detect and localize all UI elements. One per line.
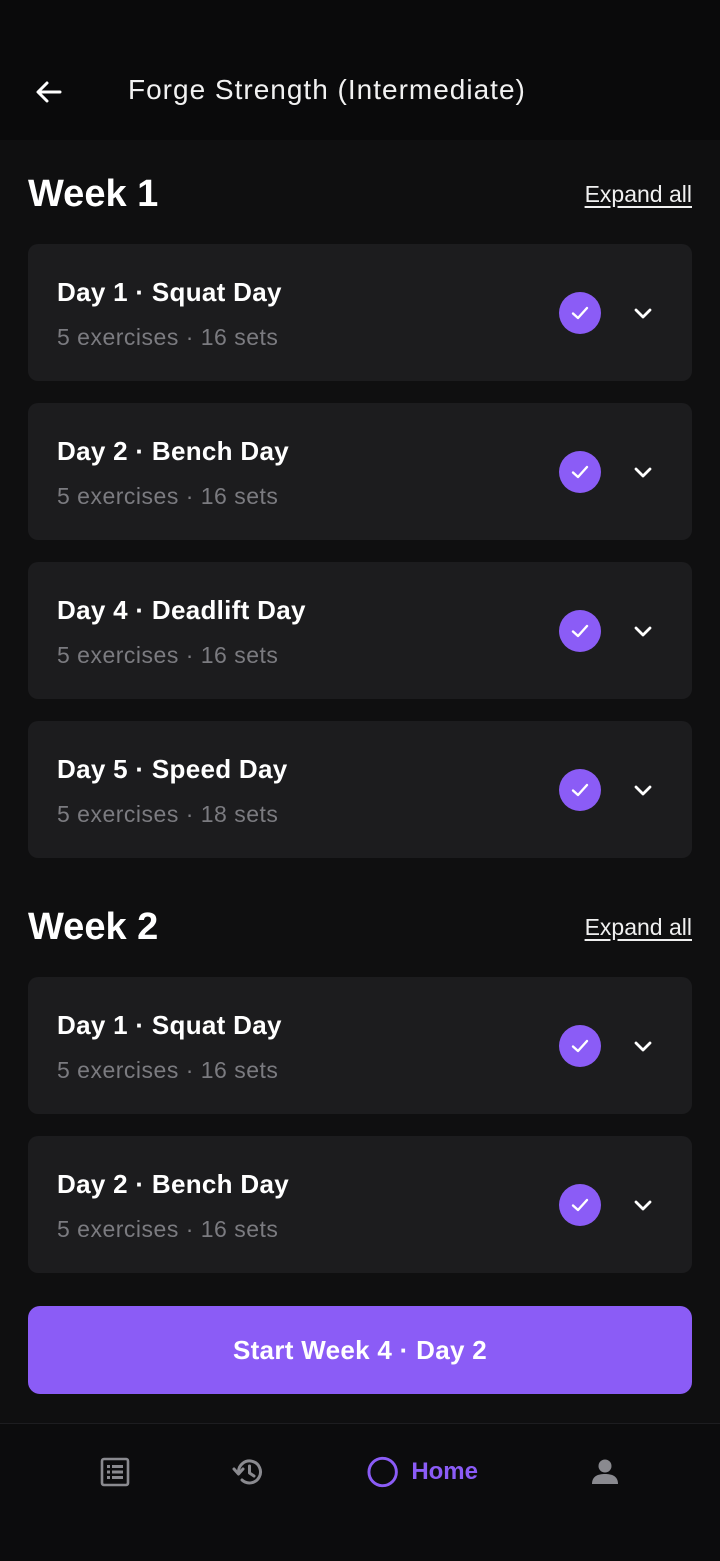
page-title: Forge Strength (Intermediate) xyxy=(128,74,526,105)
day-card[interactable]: Day 2 · Bench Day 5 exercises · 16 sets xyxy=(28,403,692,540)
nav-history[interactable] xyxy=(228,1452,270,1492)
week-heading-2: Week 2 xyxy=(28,906,159,948)
nav-programs[interactable] xyxy=(94,1452,136,1492)
chevron-down-icon[interactable] xyxy=(626,1029,660,1063)
nav-home-label: Home xyxy=(411,1458,478,1485)
profile-icon xyxy=(592,1459,618,1484)
chevron-down-icon[interactable] xyxy=(626,455,660,489)
week-heading-1: Week 1 xyxy=(28,173,159,215)
completed-check-icon xyxy=(559,292,601,334)
chevron-down-icon[interactable] xyxy=(626,614,660,648)
completed-check-icon xyxy=(559,451,601,493)
day-card[interactable]: Day 5 · Speed Day 5 exercises · 18 sets xyxy=(28,721,692,858)
day-title: Day 5 · Speed Day xyxy=(57,754,288,784)
day-title: Day 2 · Bench Day xyxy=(57,1169,289,1199)
day-title: Day 4 · Deadlift Day xyxy=(57,595,306,625)
day-card[interactable]: Day 4 · Deadlift Day 5 exercises · 16 se… xyxy=(28,562,692,699)
day-card[interactable]: Day 1 · Squat Day 5 exercises · 16 sets xyxy=(28,244,692,381)
chevron-down-icon[interactable] xyxy=(626,296,660,330)
completed-check-icon xyxy=(559,610,601,652)
back-button[interactable] xyxy=(28,72,70,112)
day-title: Day 1 · Squat Day xyxy=(57,1010,282,1040)
start-workout-button[interactable]: Start Week 4 · Day 2 xyxy=(28,1306,692,1394)
day-title: Day 1 · Squat Day xyxy=(57,277,282,307)
day-title: Day 2 · Bench Day xyxy=(57,436,289,466)
home-circle-icon xyxy=(367,1456,398,1488)
day-subtitle: 5 exercises · 16 sets xyxy=(57,1216,279,1242)
day-card[interactable]: Day 2 · Bench Day 5 exercises · 16 sets xyxy=(28,1136,692,1273)
app-header: Forge Strength (Intermediate) xyxy=(0,0,720,140)
expand-all-week-1-link[interactable]: Expand all xyxy=(585,181,692,208)
completed-check-icon xyxy=(559,1184,601,1226)
bottom-nav: Home xyxy=(0,1423,720,1561)
chevron-down-icon[interactable] xyxy=(626,773,660,807)
list-icon xyxy=(100,1457,130,1487)
arrow-left-icon xyxy=(36,81,62,103)
day-subtitle: 5 exercises · 16 sets xyxy=(57,1057,279,1083)
day-subtitle: 5 exercises · 16 sets xyxy=(57,642,279,668)
expand-all-week-2-link[interactable]: Expand all xyxy=(585,914,692,941)
nav-home[interactable]: Home xyxy=(366,1452,478,1492)
history-icon xyxy=(232,1459,262,1485)
day-subtitle: 5 exercises · 16 sets xyxy=(57,483,279,509)
nav-profile[interactable] xyxy=(584,1452,626,1492)
completed-check-icon xyxy=(559,1025,601,1067)
day-subtitle: 5 exercises · 16 sets xyxy=(57,324,279,350)
completed-check-icon xyxy=(559,769,601,811)
day-card[interactable]: Day 1 · Squat Day 5 exercises · 16 sets xyxy=(28,977,692,1114)
day-subtitle: 5 exercises · 18 sets xyxy=(57,801,279,827)
chevron-down-icon[interactable] xyxy=(626,1188,660,1222)
